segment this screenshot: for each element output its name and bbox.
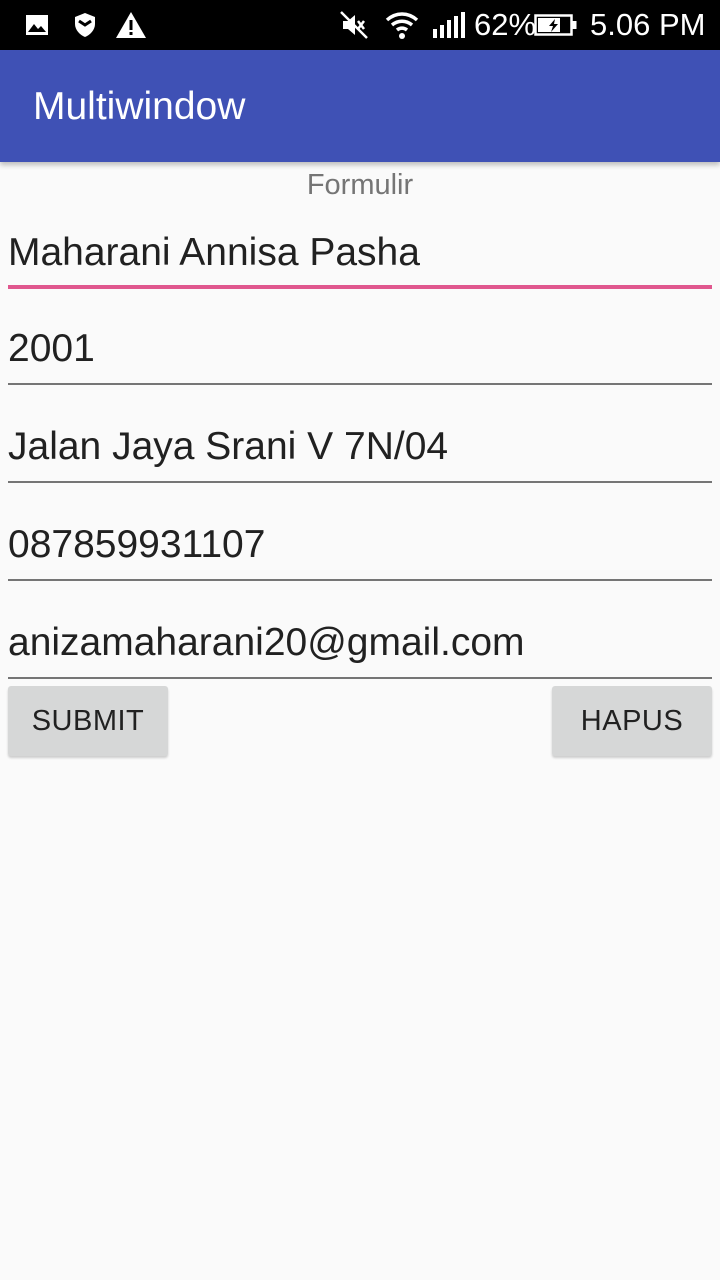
app-bar: Multiwindow	[0, 50, 720, 162]
clear-button[interactable]: HAPUS	[552, 686, 712, 756]
year-field[interactable]: 2001	[8, 325, 712, 385]
wifi-icon	[384, 9, 420, 41]
shield-icon	[72, 9, 98, 41]
name-field[interactable]: Maharani Annisa Pasha	[8, 229, 712, 289]
name-underline	[8, 285, 712, 289]
name-value: Maharani Annisa Pasha	[8, 231, 420, 274]
address-value: Jalan Jaya Srani V 7N/04	[8, 425, 449, 468]
battery-percent: 62%	[474, 7, 537, 42]
submit-button[interactable]: SUBMIT	[8, 686, 168, 756]
app-title: Multiwindow	[33, 85, 246, 128]
address-field[interactable]: Jalan Jaya Srani V 7N/04	[8, 423, 712, 483]
email-field[interactable]: anizamaharani20@gmail.com	[8, 619, 712, 679]
status-bar: 62% 5.06 PM	[0, 0, 720, 50]
year-value: 2001	[8, 327, 95, 370]
email-value: anizamaharani20@gmail.com	[8, 621, 525, 664]
phone-value: 087859931107	[8, 523, 266, 566]
image-icon	[24, 9, 50, 41]
battery-charging-icon	[534, 9, 578, 41]
signal-icon	[432, 9, 466, 41]
email-underline	[8, 677, 712, 679]
phone-field[interactable]: 087859931107	[8, 521, 712, 581]
mute-icon	[338, 9, 370, 41]
year-underline	[8, 383, 712, 385]
phone-underline	[8, 579, 712, 581]
clock: 5.06 PM	[590, 7, 706, 42]
form-heading: Formulir	[306, 169, 414, 201]
address-underline	[8, 481, 712, 483]
warning-icon	[114, 9, 148, 41]
